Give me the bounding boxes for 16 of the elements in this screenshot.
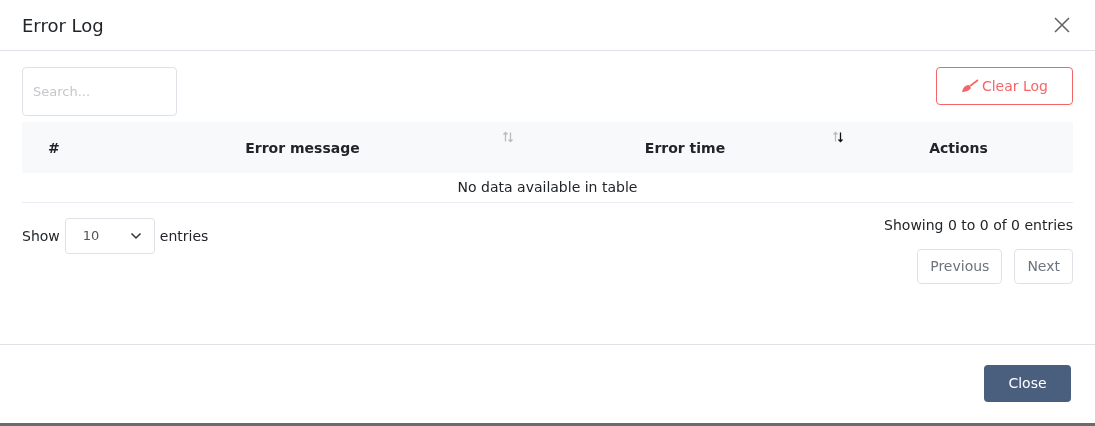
chevron-down-icon [129, 232, 142, 240]
search-field[interactable]: Search... [22, 67, 177, 116]
dialog-title: Error Log [22, 13, 104, 38]
column-header: Error time [644, 139, 726, 158]
broom-icon [960, 79, 979, 93]
column-header: Actions [929, 139, 988, 158]
info-text: Showing 0 to 0 of 0 entries [884, 216, 1073, 235]
column-header: Error message [245, 139, 360, 158]
page-length-select[interactable]: 10 [64, 218, 155, 254]
column-header: # [48, 139, 60, 158]
entries-label: entries [159, 226, 209, 246]
empty-message: No data available in table [457, 178, 638, 197]
show-label: Show [22, 226, 60, 246]
sort-icon[interactable] [832, 131, 844, 143]
clear-log-button[interactable]: Clear Log [935, 67, 1073, 105]
close-button[interactable]: Close [984, 365, 1071, 402]
